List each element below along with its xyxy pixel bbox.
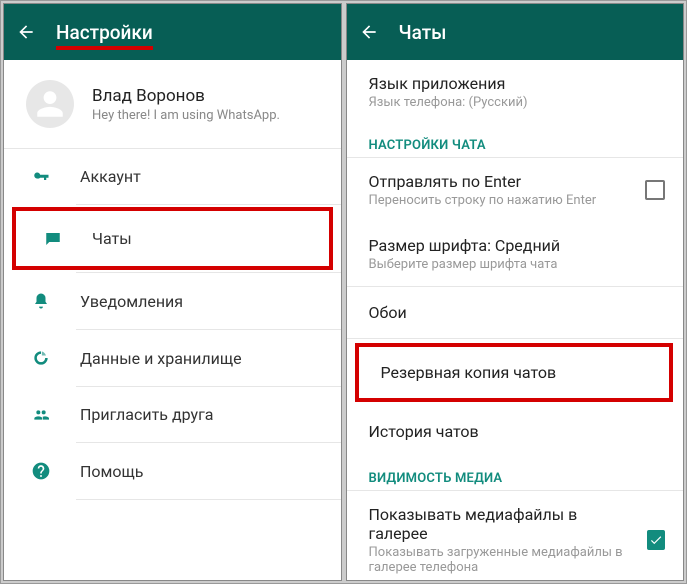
chats-settings-screen: Чаты Язык приложения Язык телефона: (Рус… [346, 3, 685, 581]
menu-label: Помощь [80, 462, 143, 481]
setting-chat-history[interactable]: История чатов [347, 406, 684, 457]
setting-primary: Язык приложения [369, 74, 528, 93]
menu-label: Аккаунт [80, 167, 141, 186]
page-title: Настройки [56, 21, 153, 44]
checkbox-unchecked[interactable] [645, 180, 665, 200]
back-icon[interactable] [16, 22, 36, 42]
avatar [26, 80, 74, 128]
chat-icon [42, 230, 64, 248]
data-usage-icon [30, 348, 52, 368]
checkbox-checked[interactable] [647, 530, 665, 550]
menu-account[interactable]: Аккаунт [4, 149, 341, 204]
section-media-visibility: ВИДИМОСТЬ МЕДИА [347, 457, 684, 490]
back-icon[interactable] [359, 22, 379, 42]
divider [76, 204, 341, 205]
help-icon [30, 461, 52, 481]
menu-label: Чаты [92, 229, 132, 248]
setting-secondary: Переносить строку по нажатию Enter [369, 193, 597, 208]
menu-chats[interactable]: Чаты [16, 211, 329, 266]
menu-help[interactable]: Помощь [4, 443, 341, 499]
profile-status: Hey there! I am using WhatsApp. [92, 108, 280, 123]
setting-secondary: Показывать загруженные медиафайлы в гале… [369, 545, 638, 575]
menu-label: Уведомления [80, 292, 183, 311]
divider [76, 499, 341, 500]
setting-enter-send[interactable]: Отправлять по Enter Переносить строку по… [347, 158, 684, 222]
page-title: Чаты [399, 21, 447, 44]
section-chat-settings: НАСТРОЙКИ ЧАТА [347, 124, 684, 157]
people-icon [30, 407, 52, 423]
setting-wallpaper[interactable]: Обои [347, 287, 684, 338]
annotation-highlight-backup: Резервная копия чатов [355, 343, 674, 402]
setting-primary: Размер шрифта: Средний [369, 236, 561, 255]
annotation-underline [56, 46, 153, 50]
setting-secondary: Выберите размер шрифта чата [369, 257, 561, 272]
setting-app-language[interactable]: Язык приложения Язык телефона: (Русский) [347, 60, 684, 124]
appbar-chats: Чаты [347, 4, 684, 60]
profile-name: Влад Воронов [92, 86, 280, 106]
key-icon [30, 168, 52, 186]
menu-data-storage[interactable]: Данные и хранилище [4, 330, 341, 386]
divider [347, 338, 684, 339]
settings-screen: Настройки Влад Воронов Hey there! I am u… [3, 3, 342, 581]
menu-notifications[interactable]: Уведомления [4, 273, 341, 329]
menu-label: Данные и хранилище [80, 349, 242, 368]
menu-label: Пригласить друга [80, 405, 214, 424]
profile-row[interactable]: Влад Воронов Hey there! I am using Whats… [4, 60, 341, 148]
setting-chat-backup[interactable]: Резервная копия чатов [359, 347, 670, 398]
bell-icon [30, 291, 52, 311]
appbar-settings: Настройки [4, 4, 341, 60]
setting-secondary: Язык телефона: (Русский) [369, 95, 528, 110]
setting-font-size[interactable]: Размер шрифта: Средний Выберите размер ш… [347, 222, 684, 286]
setting-primary: Показывать медиафайлы в галерее [369, 505, 638, 543]
annotation-highlight-chats: Чаты [12, 207, 333, 270]
setting-media-visibility[interactable]: Показывать медиафайлы в галерее Показыва… [347, 491, 684, 580]
profile-texts: Влад Воронов Hey there! I am using Whats… [92, 86, 280, 123]
menu-invite[interactable]: Пригласить друга [4, 387, 341, 442]
setting-primary: Отправлять по Enter [369, 172, 597, 191]
